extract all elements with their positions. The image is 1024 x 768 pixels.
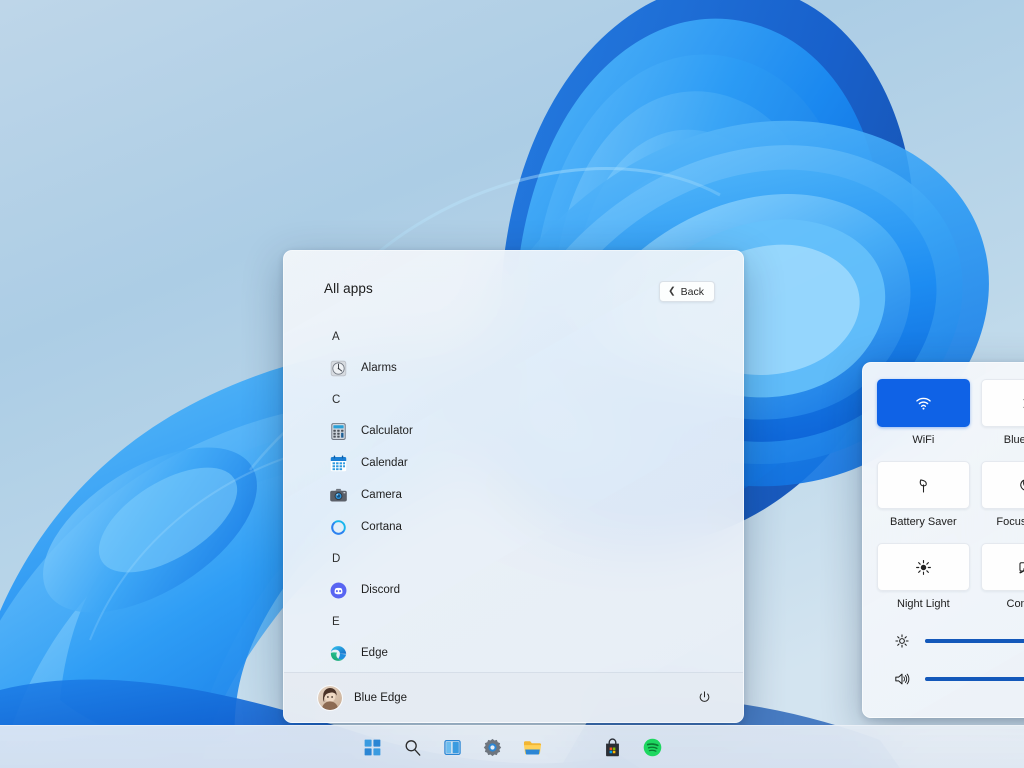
taskbar-item-search[interactable] xyxy=(398,733,426,761)
all-apps-list[interactable]: A Alarms C Calculator xyxy=(284,321,743,672)
brightness-icon xyxy=(893,632,911,650)
discord-icon xyxy=(329,581,348,600)
taskbar-item-task-view[interactable] xyxy=(438,733,466,761)
edge-icon xyxy=(329,644,348,663)
app-list-item-label: Discord xyxy=(361,584,400,596)
quick-setting-cell: Night Light xyxy=(877,543,970,622)
quick-setting-label: Focus assist xyxy=(996,516,1024,528)
spotify-icon xyxy=(642,737,663,758)
volume-slider[interactable] xyxy=(925,677,1024,681)
app-list-item-edge[interactable]: Edge xyxy=(318,637,733,669)
quick-setting-label: Night Light xyxy=(897,598,950,610)
calculator-icon xyxy=(329,422,348,441)
quick-setting-tile-wifi[interactable] xyxy=(877,379,970,427)
taskbar-item-start[interactable] xyxy=(358,733,386,761)
wifi-icon xyxy=(914,394,933,413)
camera-icon xyxy=(329,486,348,505)
app-list-item-label: Alarms xyxy=(361,362,397,374)
chevron-left-icon: ❮ xyxy=(668,287,676,296)
app-list-item-label: Calendar xyxy=(361,457,408,469)
gear-icon xyxy=(482,737,503,758)
back-button-label: Back xyxy=(681,286,704,298)
app-section-letter-e: E xyxy=(318,606,733,637)
app-list-item-calculator[interactable]: Calculator xyxy=(318,415,733,447)
store-bag-icon xyxy=(602,737,623,758)
quick-setting-cell: Connect xyxy=(981,543,1024,622)
start-menu-header: All apps ❮ Back xyxy=(284,251,743,321)
cast-connect-icon xyxy=(1017,558,1024,577)
app-list-item-discord[interactable]: Discord xyxy=(318,574,733,606)
app-list-item-alarms[interactable]: Alarms xyxy=(318,352,733,384)
desktop: All apps ❮ Back A Alarms C Calculator xyxy=(0,0,1024,768)
app-section-letter-c: C xyxy=(318,384,733,415)
user-name-label: Blue Edge xyxy=(354,692,407,704)
back-button[interactable]: ❮ Back xyxy=(659,281,715,302)
page-title: All apps xyxy=(324,281,373,296)
app-section-letter-d: D xyxy=(318,543,733,574)
slider-row-brightness xyxy=(877,622,1024,660)
taskbar-item-spotify[interactable] xyxy=(638,733,666,761)
app-list-item-label: Camera xyxy=(361,489,402,501)
quick-settings-panel: WiFiBluetoothAirplane mode Battery Saver… xyxy=(862,362,1024,718)
slider-row-volume xyxy=(877,660,1024,698)
app-list-item-label: Edge xyxy=(361,647,388,659)
app-list-item-excel[interactable]: Excel xyxy=(318,669,733,672)
taskbar-item-file-explorer[interactable] xyxy=(518,733,546,761)
quick-settings-tile-grid: WiFiBluetoothAirplane mode Battery Saver… xyxy=(877,379,1024,622)
taskbar-item-microsoft-edge[interactable] xyxy=(558,733,586,761)
slider-fill xyxy=(925,677,1024,681)
quick-setting-cell: Bluetooth xyxy=(981,379,1024,458)
app-list-item-label: Cortana xyxy=(361,521,402,533)
avatar xyxy=(318,686,342,710)
calendar-icon xyxy=(329,454,348,473)
start-menu-all-apps-panel: All apps ❮ Back A Alarms C Calculator xyxy=(283,250,744,723)
taskbar-item-settings[interactable] xyxy=(478,733,506,761)
quick-settings-sliders xyxy=(877,622,1024,698)
volume-icon xyxy=(893,670,911,688)
quick-setting-label: WiFi xyxy=(912,434,934,446)
slider-fill xyxy=(925,639,1024,643)
app-list-item-label: Calculator xyxy=(361,425,413,437)
start-menu-footer: Blue Edge xyxy=(284,672,743,722)
quick-setting-cell: WiFi xyxy=(877,379,970,458)
quick-setting-label: Connect xyxy=(1007,598,1024,610)
app-section-letter-a: A xyxy=(318,321,733,352)
quick-setting-cell: Battery Saver xyxy=(877,461,970,540)
alarms-clock-icon xyxy=(329,359,348,378)
night-light-sun-icon xyxy=(914,558,933,577)
cortana-ring-icon xyxy=(329,518,348,537)
folder-icon xyxy=(522,737,543,758)
quick-setting-cell: Focus assist xyxy=(981,461,1024,540)
task-view-icon xyxy=(442,737,463,758)
taskbar-icon-group xyxy=(358,733,666,761)
app-list-item-camera[interactable]: Camera xyxy=(318,479,733,511)
brightness-slider[interactable] xyxy=(925,639,1024,643)
power-icon xyxy=(697,690,712,705)
moon-icon xyxy=(1017,476,1024,495)
taskbar xyxy=(0,725,1024,768)
quick-setting-label: Bluetooth xyxy=(1004,434,1024,446)
quick-setting-tile-battery-saver[interactable] xyxy=(877,461,970,509)
quick-setting-tile-bluetooth[interactable] xyxy=(981,379,1024,427)
user-account-button[interactable]: Blue Edge xyxy=(314,682,417,714)
app-list-item-cortana[interactable]: Cortana xyxy=(318,511,733,543)
quick-setting-tile-focus-assist[interactable] xyxy=(981,461,1024,509)
quick-setting-tile-connect[interactable] xyxy=(981,543,1024,591)
taskbar-item-microsoft-store[interactable] xyxy=(598,733,626,761)
search-icon xyxy=(402,737,423,758)
battery-saver-leaf-icon xyxy=(914,476,933,495)
app-list-item-calendar[interactable]: Calendar xyxy=(318,447,733,479)
bluetooth-icon xyxy=(1017,394,1024,413)
edge-icon xyxy=(562,737,583,758)
power-button[interactable] xyxy=(691,685,717,711)
windows-start-icon xyxy=(362,737,383,758)
quick-setting-tile-night-light[interactable] xyxy=(877,543,970,591)
quick-setting-label: Battery Saver xyxy=(890,516,957,528)
